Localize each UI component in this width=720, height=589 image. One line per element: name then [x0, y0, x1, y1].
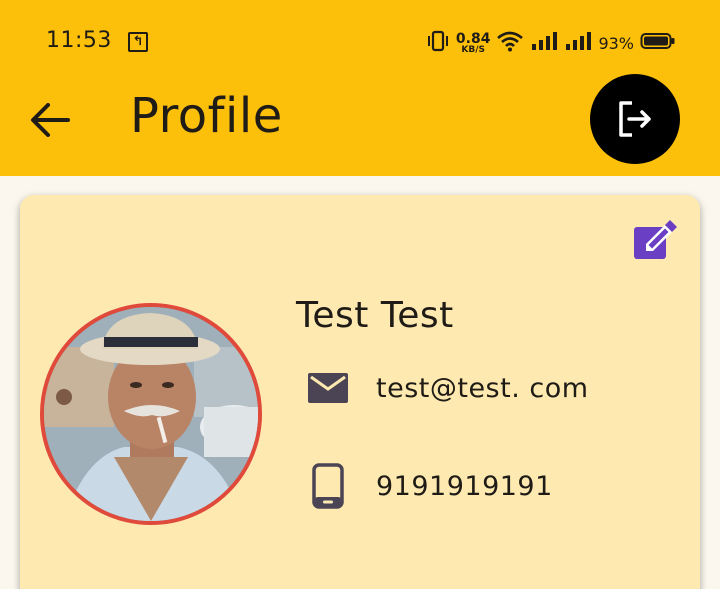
- notification-icon: ↰: [128, 32, 148, 52]
- vibrate-icon: [426, 30, 450, 56]
- arrow-left-icon: [31, 103, 70, 137]
- status-time: 11:53: [46, 28, 112, 53]
- profile-name: Test Test: [296, 295, 454, 336]
- phone-icon: [306, 461, 350, 511]
- logout-button[interactable]: [590, 74, 680, 164]
- net-speed-value: 0.84: [455, 30, 491, 47]
- net-speed-unit: KB/S: [461, 44, 485, 55]
- status-icons: 0.84 KB/S 93%: [426, 28, 676, 58]
- profile-email: test@test. com: [376, 372, 589, 404]
- edit-icon: [634, 220, 677, 259]
- profile-card: Test Test test@test. com 9191919191: [20, 195, 700, 589]
- battery-icon: [640, 31, 676, 55]
- signal-icon: [530, 30, 558, 56]
- mail-icon: [306, 363, 350, 413]
- email-row: test@test. com: [306, 363, 589, 413]
- page-title: Profile: [130, 88, 283, 144]
- avatar: [40, 303, 262, 525]
- profile-photo: [44, 307, 258, 521]
- back-button[interactable]: [28, 98, 72, 142]
- phone-row: 9191919191: [306, 461, 553, 511]
- battery-percent: 93%: [598, 33, 634, 53]
- profile-phone: 9191919191: [376, 470, 553, 502]
- logout-icon: [619, 101, 651, 137]
- app-header: 11:53 ↰ 0.84 KB/S 93% Profile: [0, 0, 720, 176]
- wifi-icon: [496, 30, 524, 56]
- net-speed: 0.84 KB/S: [456, 32, 491, 55]
- signal-icon: [564, 30, 592, 56]
- edit-profile-button[interactable]: [632, 217, 678, 263]
